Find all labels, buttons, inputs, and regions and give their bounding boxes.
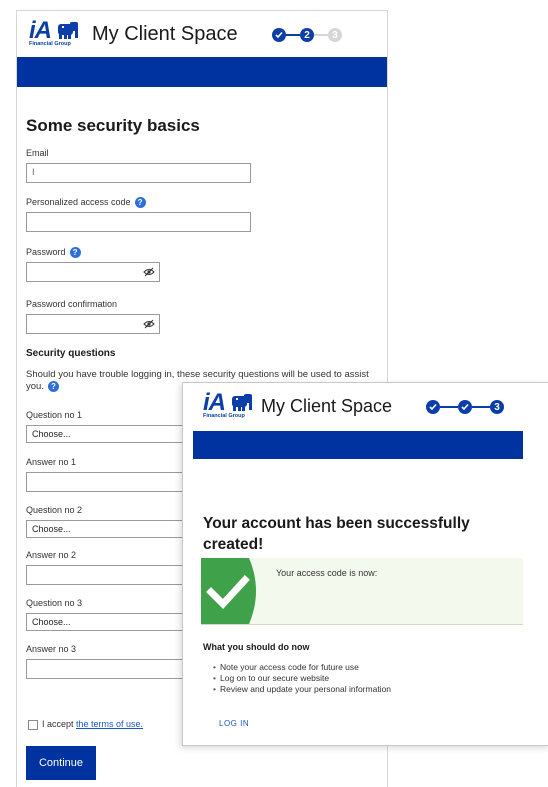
app-title: My Client Space [92,23,238,45]
help-icon[interactable]: ? [134,197,146,209]
answer-3-label: Answer no 3 [26,644,77,654]
password-field[interactable] [26,262,160,282]
terms-label: I accept the terms of use. [42,719,143,729]
question-3-label: Question no 3 [26,598,83,608]
password-label: Password? [26,247,81,259]
logo-subtext: Financial Group [203,413,245,419]
header-blue-bar [193,431,523,459]
password-confirm-field[interactable] [26,314,160,334]
terms-checkbox[interactable] [28,720,38,730]
ia-logo: iA Financial Group [203,391,252,419]
help-icon[interactable]: ? [69,247,81,259]
password-confirm-label: Password confirmation [26,299,118,309]
hide-password-icon[interactable] [143,319,155,329]
progress-steps: 3 [426,400,504,414]
header: iA Financial Group My Client Space 3 [183,383,548,427]
header-blue-bar [17,57,387,87]
check-icon [429,403,437,411]
list-item: Note your access code for future use [213,662,391,673]
check-icon [275,31,283,39]
continue-button[interactable]: Continue [26,746,96,780]
security-questions-heading: Security questions [26,348,116,359]
page-title: Some security basics [26,116,200,135]
list-item: Log on to our secure website [213,673,391,684]
next-steps-heading: What you should do now [203,642,310,652]
question-1-label: Question no 1 [26,410,83,420]
step-connector [472,406,490,408]
success-check-icon [201,558,256,624]
progress-steps: 2 3 [272,28,342,42]
success-message-box: Your access code is now: [201,558,523,625]
step-3-pending: 3 [328,28,342,42]
header: iA Financial Group My Client Space 2 3 [17,11,387,55]
help-icon[interactable]: ? [47,381,59,392]
elephant-icon [232,394,252,411]
email-label: Email [26,148,49,158]
step-2-complete [458,400,472,414]
next-steps-list: Note your access code for future use Log… [213,662,391,695]
access-code-message: Your access code is now: [276,568,378,578]
terms-link[interactable]: the terms of use. [76,719,143,729]
step-connector [314,34,328,36]
logo-subtext: Financial Group [29,41,71,47]
app-title: My Client Space [261,396,393,416]
confirmation-panel: iA Financial Group My Client Space 3 You… [182,382,548,746]
question-2-label: Question no 2 [26,505,83,515]
step-3-current: 3 [490,400,504,414]
answer-2-label: Answer no 2 [26,550,77,560]
step-1-complete [272,28,286,42]
step-2-current: 2 [300,28,314,42]
list-item: Review and update your personal informat… [213,684,391,695]
ia-logo: iA Financial Group [29,19,78,47]
check-icon [461,403,469,411]
password-label-text: Password [26,247,66,257]
hide-password-icon[interactable] [143,267,155,277]
step-connector [286,34,300,36]
answer-1-label: Answer no 1 [26,457,77,467]
success-heading: Your account has been successfully creat… [203,515,470,553]
elephant-icon [58,22,78,39]
access-code-field[interactable] [26,212,251,232]
login-link[interactable]: LOG IN [219,719,249,728]
access-code-label: Personalized access code? [26,197,146,209]
step-1-complete [426,400,440,414]
email-field[interactable]: I [26,163,251,183]
access-code-label-text: Personalized access code [26,197,131,207]
step-connector [440,406,458,408]
terms-prefix: I accept [42,719,77,729]
